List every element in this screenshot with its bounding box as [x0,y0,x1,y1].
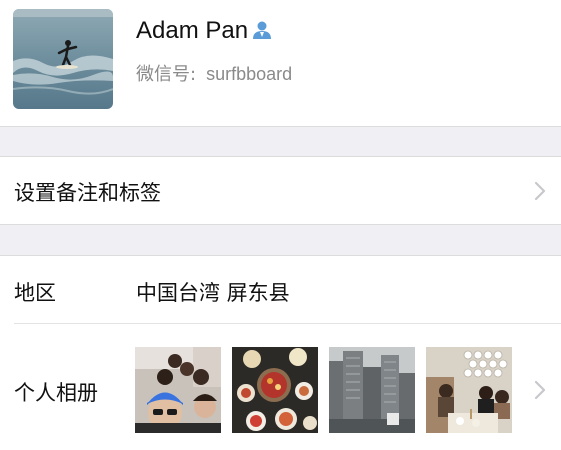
hotpot-dinner-photo[interactable] [232,347,318,433]
group-selfie-photo-icon [135,347,221,433]
restaurant-group-photo[interactable] [426,347,512,433]
apartment-buildings-photo[interactable] [329,347,415,433]
section-gap [0,126,561,157]
wechat-id-row: 微信号: surfbboard [136,60,292,86]
profile-name-line: Adam Pan [136,17,273,45]
avatar[interactable] [13,9,113,109]
profile-header: Adam Pan 微信号: surfbboard [0,0,561,126]
chevron-right-icon [534,181,546,201]
region-row: 地区 中国台湾 屏东县 [0,256,561,323]
section-gap [0,224,561,256]
contact-name: Adam Pan [136,17,249,44]
wechat-id-label: 微信号: [136,64,197,85]
surfer-photo-icon [13,9,113,109]
contact-person-icon [253,21,272,39]
chevron-right-icon [534,380,546,400]
hotpot-dinner-photo-icon [232,347,318,433]
remark-and-tags-label: 设置备注和标签 [14,181,161,205]
region-value: 中国台湾 屏东县 [136,281,290,305]
contact-profile-screen: Adam Pan 微信号: surfbboard 设置备注和标签 地区 中国台湾 … [0,0,561,450]
apartment-buildings-photo-icon [329,347,415,433]
album-photos [135,347,513,433]
region-label: 地区 [14,281,56,305]
group-selfie-photo[interactable] [135,347,221,433]
remark-and-tags-row[interactable]: 设置备注和标签 [0,157,561,224]
wechat-id-value: surfbboard [206,64,293,84]
restaurant-group-photo-icon [426,347,512,433]
personal-album-label: 个人相册 [14,381,98,405]
